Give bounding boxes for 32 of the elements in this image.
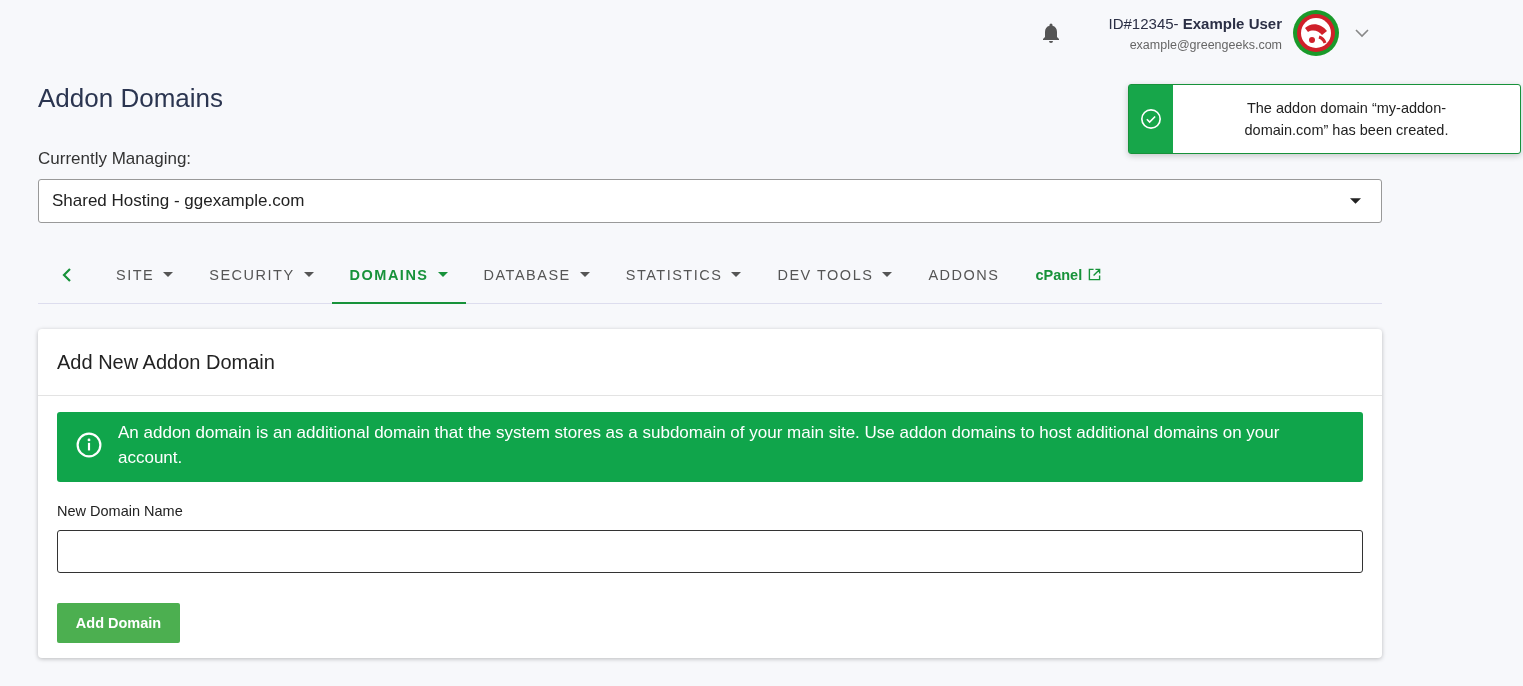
user-email: example@greengeeks.com (1129, 37, 1282, 52)
info-icon (76, 432, 102, 458)
caret-down-icon (579, 272, 590, 277)
nav-tab[interactable]: DOMAINS (331, 247, 466, 304)
managing-label: Currently Managing: (38, 149, 193, 169)
nav-tab[interactable]: SITE (98, 247, 192, 304)
field-label: New Domain Name (57, 503, 183, 519)
caret-down-icon (303, 272, 314, 277)
nav-tab[interactable]: ADDONS (910, 247, 1018, 304)
nav-tab[interactable]: cPanel (1017, 247, 1120, 304)
nav-tab[interactable]: SECURITY (191, 247, 332, 304)
caret-down-icon (163, 272, 174, 277)
account-select[interactable]: Shared Hosting - ggexample.com (38, 179, 1382, 223)
chevron-left-icon[interactable] (62, 267, 72, 283)
caret-down-icon (437, 272, 448, 277)
check-circle-icon (1140, 108, 1162, 130)
user-id: ID#12345- (1108, 14, 1179, 32)
domain-input-field[interactable] (57, 530, 1363, 573)
page-title: Addon Domains (38, 83, 223, 113)
caret-down-icon (1350, 198, 1361, 204)
nav-tab[interactable]: DEV TOOLS (759, 247, 911, 304)
card-title: Add New Addon Domain (57, 350, 275, 374)
chevron-down-icon[interactable] (1354, 28, 1370, 38)
caret-down-icon (882, 272, 893, 277)
nav-tab[interactable]: STATISTICS (607, 247, 760, 304)
external-link-icon (1088, 268, 1102, 281)
toast-message: The addon domain “my-addon-domain.com” has been created. (1243, 99, 1450, 140)
avatar-icon[interactable] (1292, 9, 1340, 57)
caret-down-icon (731, 272, 742, 277)
nav-tab[interactable]: DATABASE (465, 247, 608, 304)
user-name: Example User (1182, 14, 1282, 32)
info-text: An addon domain is an additional domain that the system stores as a subdomain of your main site. Use addon domains to host additional domains on your account. (118, 422, 1281, 469)
